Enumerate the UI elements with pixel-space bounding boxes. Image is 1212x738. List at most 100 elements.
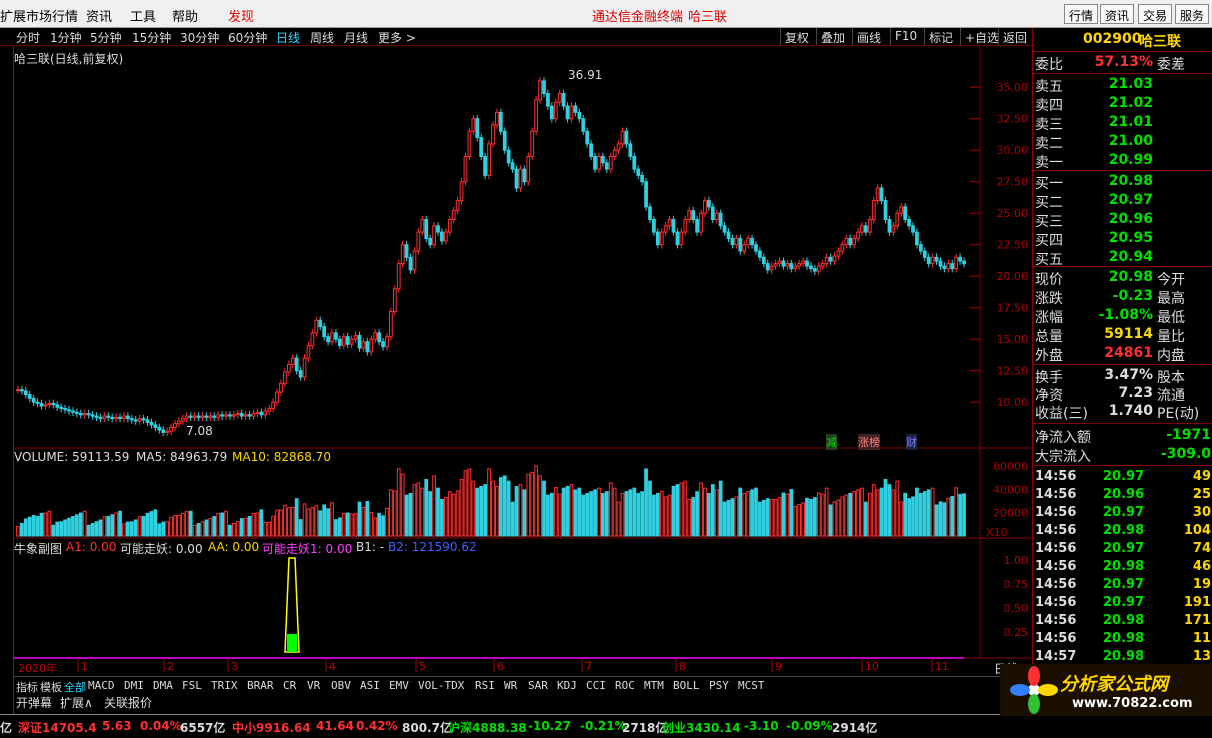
volume-bar [498, 477, 503, 537]
candle-body [302, 357, 307, 378]
volume-bar [487, 468, 491, 537]
volume-bar [243, 517, 248, 537]
f10-button[interactable]: F10 [890, 28, 921, 45]
indicator-tab[interactable]: MCST [738, 679, 765, 692]
volume-bar [565, 485, 570, 537]
candle-body [141, 418, 146, 421]
volume-bar [318, 510, 323, 537]
period-15min[interactable]: 15分钟 [132, 29, 171, 46]
marker-zhangbang[interactable]: 涨榜 [858, 434, 880, 450]
service-button[interactable]: 服务 [1175, 4, 1210, 24]
indicator-tab[interactable]: BOLL [673, 679, 700, 692]
volume-bar [695, 491, 699, 537]
indicator-tab[interactable]: CR [283, 679, 296, 692]
indicator-tab[interactable]: MTM [644, 679, 664, 692]
stat-label: 外盘 [1035, 348, 1063, 364]
indicator-tab[interactable]: DMA [153, 679, 173, 692]
volume-bar [74, 514, 79, 537]
indicator-tab[interactable]: KDJ [557, 679, 577, 692]
volume-bar [797, 504, 802, 537]
menu-discover[interactable]: 发现 [228, 6, 254, 25]
trade-button[interactable]: 交易 [1138, 4, 1173, 24]
add-favorite-button[interactable]: +自选 [960, 28, 1003, 45]
indicator-tab[interactable]: EMV [389, 679, 409, 692]
indicator-tab[interactable]: TRIX [211, 679, 238, 692]
volume-bar [71, 516, 75, 537]
overlay-button[interactable]: 叠加 [816, 28, 849, 45]
volume-bar [714, 489, 719, 537]
indicator-tab[interactable]: RSI [475, 679, 495, 692]
marker-cai[interactable]: 财 [906, 434, 917, 450]
indicator-tab[interactable]: ROC [615, 679, 635, 692]
period-30min[interactable]: 30分钟 [180, 29, 219, 46]
candle-body [706, 200, 711, 208]
candle-body [852, 237, 856, 246]
period-weekly[interactable]: 周线 [310, 29, 334, 46]
candle-body [809, 265, 813, 270]
candle-body [612, 149, 617, 157]
indicator-tab[interactable]: ASI [360, 679, 380, 692]
period-timeshare[interactable]: 分时 [16, 29, 40, 46]
quote-button[interactable]: 行情 [1064, 4, 1099, 24]
candle-body [891, 225, 896, 233]
indicator-tab[interactable]: VOL-TDX [418, 679, 464, 692]
ask-level-row: 卖三 21.01 [1033, 114, 1212, 133]
flow-label: 大宗流入 [1035, 449, 1091, 465]
period-1min[interactable]: 1分钟 [50, 29, 82, 46]
indicator-tab[interactable]: CCI [586, 679, 606, 692]
mark-button[interactable]: 标记 [924, 28, 957, 45]
indicator-tab[interactable]: OBV [331, 679, 351, 692]
ask-level-value: 20.99 [1108, 152, 1153, 168]
volume-bar [177, 514, 181, 537]
period-monthly[interactable]: 月线 [344, 29, 368, 46]
period-60min[interactable]: 60分钟 [228, 29, 267, 46]
related-quote-button[interactable]: 关联报价 [104, 694, 152, 711]
candle-body [369, 338, 374, 353]
volume-bar [345, 512, 350, 537]
draw-button[interactable]: 画线 [852, 28, 885, 45]
volume-bar [165, 521, 170, 537]
indicator-tab[interactable]: MACD [88, 679, 115, 692]
kline-chart-area[interactable]: 35.00 32.50 30.00 27.50 25.00 22.50 20.00 17.50… [0, 46, 1032, 676]
candle-body [475, 118, 480, 139]
volume-bar [306, 508, 311, 537]
candle-body [958, 256, 962, 262]
news-button[interactable]: 资讯 [1100, 4, 1135, 24]
indicator-tab[interactable]: DMI [124, 679, 144, 692]
indicator-tab[interactable]: WR [504, 679, 517, 692]
indicator-tab[interactable]: SAR [528, 679, 548, 692]
indicator-tab[interactable]: BRAR [247, 679, 274, 692]
marker-jian[interactable]: 减 [826, 434, 837, 450]
candle-body [27, 394, 32, 399]
tick-time: 14:56 [1035, 595, 1077, 610]
period-5min[interactable]: 5分钟 [90, 29, 122, 46]
candle-body [353, 334, 358, 340]
back-button[interactable]: 返回 [998, 28, 1031, 45]
candle-body [950, 263, 955, 270]
adjust-button[interactable]: 复权 [780, 28, 813, 45]
sub-tick-label: 1.00 [1004, 554, 1029, 567]
status-index: 中小9916.64 [232, 721, 311, 735]
volume-bar [326, 508, 330, 537]
menu-extended-market[interactable]: 扩展市场行情 [0, 6, 78, 25]
indicator-tab[interactable]: FSL [182, 679, 202, 692]
volume-bar [271, 515, 276, 537]
candle-body [157, 426, 162, 431]
indicator-tab[interactable]: VR [307, 679, 320, 692]
candle-body [114, 416, 118, 420]
indicator-tab[interactable]: PSY [709, 679, 729, 692]
menu-news[interactable]: 资讯 [86, 6, 112, 25]
weibi-value: 57.13% [1094, 54, 1153, 70]
candle-body [683, 219, 688, 233]
tick-time: 14:56 [1035, 505, 1077, 520]
period-daily[interactable]: 日线 [276, 29, 300, 46]
danmu-button[interactable]: 开弹幕 [16, 694, 52, 711]
indicator-bar: 指标 模板 全部 MACD DMI DMA FSL TRIX BRAR CR VR OBV ASI EMV… [14, 676, 1032, 694]
menu-tools[interactable]: 工具 [130, 6, 156, 25]
candle-body [675, 231, 680, 246]
expand-button[interactable]: 扩展∧ [60, 694, 93, 711]
month-label: 4 [329, 660, 336, 673]
volume-bar [718, 480, 723, 537]
period-more[interactable]: 更多 > [378, 29, 416, 46]
menu-help[interactable]: 帮助 [172, 6, 198, 25]
